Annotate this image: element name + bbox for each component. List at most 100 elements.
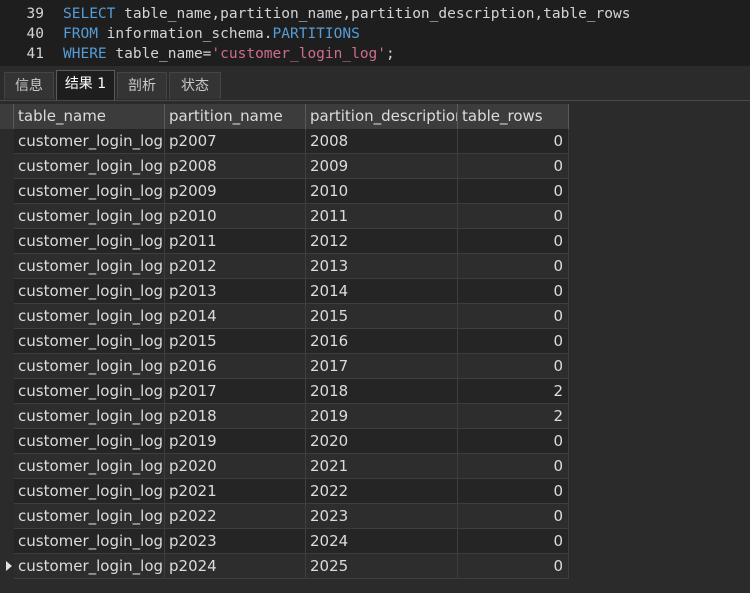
- table-cell[interactable]: p2018: [165, 404, 306, 429]
- table-cell[interactable]: 2023: [306, 504, 458, 529]
- table-cell[interactable]: 0: [458, 529, 569, 554]
- column-header-partition-description[interactable]: partition_description: [306, 104, 458, 129]
- table-cell[interactable]: 0: [458, 429, 569, 454]
- table-row[interactable]: customer_login_log p2007 2008 0: [0, 129, 750, 154]
- table-cell[interactable]: p2011: [165, 229, 306, 254]
- table-row[interactable]: customer_login_log p2012 2013 0: [0, 254, 750, 279]
- table-cell[interactable]: p2009: [165, 179, 306, 204]
- table-cell[interactable]: customer_login_log: [14, 529, 165, 554]
- column-header-table-name[interactable]: table_name: [14, 104, 165, 129]
- table-cell[interactable]: p2015: [165, 329, 306, 354]
- table-cell[interactable]: 0: [458, 454, 569, 479]
- table-cell[interactable]: 0: [458, 279, 569, 304]
- table-cell[interactable]: p2008: [165, 154, 306, 179]
- table-cell[interactable]: p2024: [165, 554, 306, 579]
- row-indicator[interactable]: [0, 304, 14, 329]
- code-line[interactable]: 39 SELECT table_name,partition_name,parti…: [0, 4, 631, 24]
- table-cell[interactable]: 0: [458, 229, 569, 254]
- table-cell[interactable]: 0: [458, 504, 569, 529]
- table-cell[interactable]: customer_login_log: [14, 354, 165, 379]
- table-cell[interactable]: p2019: [165, 429, 306, 454]
- table-cell[interactable]: customer_login_log: [14, 229, 165, 254]
- table-cell[interactable]: 2024: [306, 529, 458, 554]
- table-cell[interactable]: 2019: [306, 404, 458, 429]
- column-header-partition-name[interactable]: partition_name: [165, 104, 306, 129]
- table-cell[interactable]: 2011: [306, 204, 458, 229]
- table-cell[interactable]: 0: [458, 329, 569, 354]
- row-indicator[interactable]: [0, 504, 14, 529]
- row-indicator[interactable]: [0, 204, 14, 229]
- row-indicator[interactable]: [0, 454, 14, 479]
- table-cell[interactable]: 2020: [306, 429, 458, 454]
- table-cell[interactable]: 2025: [306, 554, 458, 579]
- tab-profile[interactable]: 剖析: [117, 72, 167, 99]
- table-cell[interactable]: 2017: [306, 354, 458, 379]
- table-row[interactable]: customer_login_log p2010 2011 0: [0, 204, 750, 229]
- table-cell[interactable]: 2016: [306, 329, 458, 354]
- table-cell[interactable]: customer_login_log: [14, 204, 165, 229]
- table-cell[interactable]: 2014: [306, 279, 458, 304]
- table-cell[interactable]: customer_login_log: [14, 504, 165, 529]
- row-indicator[interactable]: [0, 154, 14, 179]
- table-cell[interactable]: p2020: [165, 454, 306, 479]
- row-indicator[interactable]: [0, 429, 14, 454]
- table-row[interactable]: customer_login_log p2013 2014 0: [0, 279, 750, 304]
- table-cell[interactable]: 0: [458, 179, 569, 204]
- table-cell[interactable]: customer_login_log: [14, 554, 165, 579]
- table-cell[interactable]: 0: [458, 204, 569, 229]
- table-cell[interactable]: 0: [458, 254, 569, 279]
- code-line[interactable]: 40 FROM information_schema.PARTITIONS: [0, 24, 360, 44]
- table-row[interactable]: customer_login_log p2016 2017 0: [0, 354, 750, 379]
- table-cell[interactable]: 0: [458, 129, 569, 154]
- table-cell[interactable]: customer_login_log: [14, 304, 165, 329]
- table-cell[interactable]: 2009: [306, 154, 458, 179]
- sql-editor[interactable]: 39 SELECT table_name,partition_name,parti…: [0, 0, 750, 66]
- row-indicator[interactable]: [0, 404, 14, 429]
- table-cell[interactable]: p2012: [165, 254, 306, 279]
- table-row[interactable]: customer_login_log p2009 2010 0: [0, 179, 750, 204]
- table-row[interactable]: customer_login_log p2022 2023 0: [0, 504, 750, 529]
- table-cell[interactable]: p2017: [165, 379, 306, 404]
- table-cell[interactable]: 2015: [306, 304, 458, 329]
- tab-result-1[interactable]: 结果 1: [56, 70, 115, 100]
- table-row[interactable]: customer_login_log p2011 2012 0: [0, 229, 750, 254]
- table-cell[interactable]: 2021: [306, 454, 458, 479]
- table-cell[interactable]: customer_login_log: [14, 479, 165, 504]
- column-header-table-rows[interactable]: table_rows: [458, 104, 569, 129]
- row-indicator[interactable]: [0, 554, 14, 579]
- row-indicator[interactable]: [0, 479, 14, 504]
- table-cell[interactable]: customer_login_log: [14, 429, 165, 454]
- table-cell[interactable]: p2010: [165, 204, 306, 229]
- table-row[interactable]: customer_login_log p2008 2009 0: [0, 154, 750, 179]
- table-cell[interactable]: 2010: [306, 179, 458, 204]
- tab-status[interactable]: 状态: [169, 72, 221, 99]
- table-cell[interactable]: customer_login_log: [14, 179, 165, 204]
- table-cell[interactable]: p2023: [165, 529, 306, 554]
- table-row[interactable]: customer_login_log p2018 2019 2: [0, 404, 750, 429]
- table-cell[interactable]: p2013: [165, 279, 306, 304]
- table-cell[interactable]: 2012: [306, 229, 458, 254]
- row-indicator[interactable]: [0, 254, 14, 279]
- table-cell[interactable]: customer_login_log: [14, 279, 165, 304]
- row-indicator[interactable]: [0, 329, 14, 354]
- table-cell[interactable]: p2014: [165, 304, 306, 329]
- row-indicator[interactable]: [0, 379, 14, 404]
- table-cell[interactable]: customer_login_log: [14, 379, 165, 404]
- row-indicator[interactable]: [0, 354, 14, 379]
- table-cell[interactable]: p2022: [165, 504, 306, 529]
- table-row[interactable]: customer_login_log p2014 2015 0: [0, 304, 750, 329]
- table-cell[interactable]: 0: [458, 479, 569, 504]
- table-cell[interactable]: 2008: [306, 129, 458, 154]
- table-cell[interactable]: p2016: [165, 354, 306, 379]
- table-cell[interactable]: customer_login_log: [14, 154, 165, 179]
- table-row[interactable]: customer_login_log p2020 2021 0: [0, 454, 750, 479]
- table-cell[interactable]: 0: [458, 554, 569, 579]
- code-line[interactable]: 41 WHERE table_name='customer_login_log';: [0, 44, 395, 64]
- table-row[interactable]: customer_login_log p2019 2020 0: [0, 429, 750, 454]
- table-row[interactable]: customer_login_log p2017 2018 2: [0, 379, 750, 404]
- table-cell[interactable]: 2: [458, 379, 569, 404]
- table-cell[interactable]: 0: [458, 304, 569, 329]
- table-row[interactable]: customer_login_log p2015 2016 0: [0, 329, 750, 354]
- row-indicator[interactable]: [0, 229, 14, 254]
- table-cell[interactable]: customer_login_log: [14, 404, 165, 429]
